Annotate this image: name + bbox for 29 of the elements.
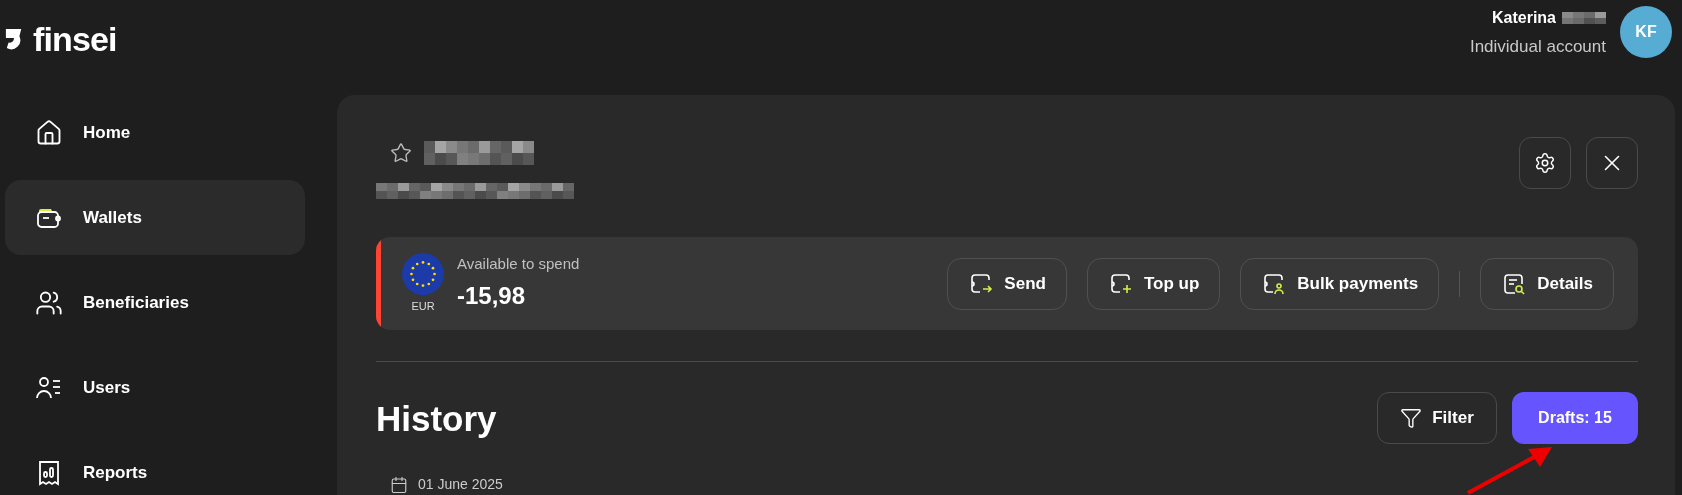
account-type: Individual account: [1469, 36, 1606, 58]
favorite-star-icon[interactable]: [390, 142, 412, 164]
filter-icon: [1400, 407, 1423, 429]
drafts-button[interactable]: Drafts: 15: [1512, 392, 1638, 444]
pixelated-redaction: [1562, 12, 1606, 24]
action-button[interactable]: Send: [947, 257, 1067, 310]
home-icon: [35, 118, 63, 147]
history-title: History: [376, 400, 497, 436]
balance-label: Available to spend: [457, 254, 580, 275]
action-button[interactable]: Details: [1480, 257, 1614, 310]
logo-icon: [5, 28, 23, 50]
nav-item[interactable]: Home: [5, 95, 305, 170]
date-label: 01 June 2025: [418, 475, 503, 494]
close-button[interactable]: [1586, 137, 1638, 189]
settings-button[interactable]: [1519, 137, 1571, 189]
nav-item[interactable]: Users: [5, 350, 305, 425]
action-button[interactable]: Top up: [1086, 257, 1221, 310]
nav-item[interactable]: Reports: [5, 435, 305, 495]
currency-code: EUR: [411, 298, 435, 314]
nav-item[interactable]: Beneficiaries: [5, 265, 305, 340]
balance-amount: -15,98: [457, 280, 527, 311]
user-name: Katerina: [1491, 8, 1556, 28]
eu-flag-icon: [402, 252, 444, 295]
action-button[interactable]: Bulk payments: [1240, 257, 1440, 310]
brand-name: finsei: [33, 22, 117, 56]
filter-button[interactable]: Filter: [1377, 392, 1497, 444]
settings-icon: [1534, 152, 1556, 174]
nav-item[interactable]: Wallets: [5, 180, 305, 255]
calendar-icon: [390, 475, 408, 494]
